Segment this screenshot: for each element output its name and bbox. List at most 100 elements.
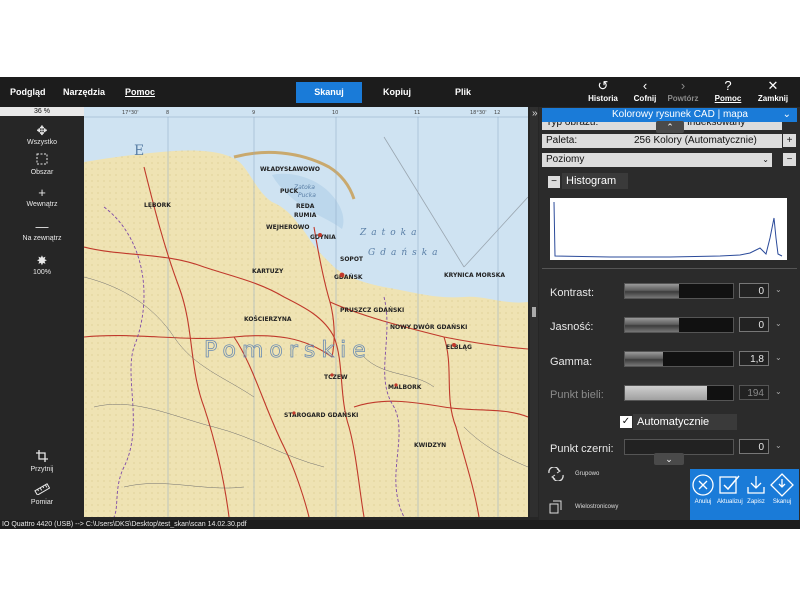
map-letter: E xyxy=(134,143,144,159)
double-chevron-down-icon: ⌄ xyxy=(665,454,673,464)
scroll-up-button[interactable]: ⌃ xyxy=(656,121,684,133)
svg-text:Pucka: Pucka xyxy=(298,192,316,199)
svg-text:GDAŃSK: GDAŃSK xyxy=(334,273,363,281)
white-point-value[interactable]: 194 xyxy=(739,385,769,400)
chevron-down-icon[interactable]: ⌄ xyxy=(775,353,782,362)
brightness-value[interactable]: 0 xyxy=(739,317,769,332)
action-buttons: Anuluj Aktualizuj Zapisz Skanuj xyxy=(690,469,799,521)
scroll-thumb[interactable] xyxy=(532,307,536,317)
menu-podglad[interactable]: Podgląd xyxy=(10,87,46,97)
tab-skanuj[interactable]: Skanuj xyxy=(296,82,362,103)
chevron-down-icon[interactable]: ⌄ xyxy=(775,387,782,396)
minus-icon: − xyxy=(551,176,557,187)
double-chevron-up-icon: ⌃ xyxy=(666,122,674,132)
gamma-slider[interactable] xyxy=(624,351,734,367)
chevron-down-icon[interactable]: ⌄ xyxy=(775,441,782,450)
area-label: Obszar xyxy=(30,169,54,176)
image-type-value: Indeksowany xyxy=(687,122,746,128)
ruler-icon xyxy=(0,483,84,499)
svg-text:Pomorskie: Pomorskie xyxy=(204,338,372,363)
orientation-remove-button[interactable]: − xyxy=(783,153,796,166)
chevron-down-icon[interactable]: ⌄ xyxy=(775,285,782,294)
measure-label: Pomiar xyxy=(30,499,54,506)
gamma-value[interactable]: 1,8 xyxy=(739,351,769,366)
download-icon xyxy=(744,473,768,497)
contrast-label: Kontrast: xyxy=(550,287,595,299)
zoom-in-label: Wewnątrz xyxy=(26,201,58,208)
actual-size-tool[interactable]: ✸ 100% xyxy=(0,253,84,276)
update-icon xyxy=(717,473,741,497)
measure-tool[interactable]: Pomiar xyxy=(0,483,84,506)
svg-text:WEJHEROWO: WEJHEROWO xyxy=(266,224,310,231)
svg-text:KARTUZY: KARTUZY xyxy=(252,268,284,275)
history-button[interactable]: ↺ Historia xyxy=(584,79,622,106)
multipage-option[interactable]: Wielostronicowy xyxy=(549,500,618,519)
close-icon: ✕ xyxy=(767,78,779,93)
orientation-select[interactable]: Poziomy ⌄ xyxy=(542,153,772,167)
palette-label: Paleta: xyxy=(546,135,578,146)
svg-text:11: 11 xyxy=(414,110,420,116)
svg-text:GDYNIA: GDYNIA xyxy=(310,234,336,241)
tab-plik[interactable]: Plik xyxy=(430,82,496,103)
white-point-slider-fill xyxy=(625,386,708,400)
scanner-app: Podgląd Narzędzia Pomoc Skanuj Kopiuj Pl… xyxy=(0,77,800,529)
scan-button[interactable]: Skanuj xyxy=(770,473,794,505)
contrast-value[interactable]: 0 xyxy=(739,283,769,298)
settings-panel: » Kolorowy rysunek CAD | mapa ⌄ Typ obra… xyxy=(532,107,800,521)
collapse-panel-icon[interactable]: » xyxy=(532,108,538,119)
redo-button[interactable]: › Powtórz xyxy=(664,79,702,106)
preview-scrollbar[interactable] xyxy=(530,107,538,517)
brightness-slider[interactable] xyxy=(624,317,734,333)
auto-label: Automatycznie xyxy=(633,414,737,430)
svg-text:ELBLĄG: ELBLĄG xyxy=(446,344,472,351)
black-point-label: Punkt czerni: xyxy=(550,443,614,455)
svg-text:LĘBORK: LĘBORK xyxy=(144,202,171,209)
svg-text:WŁADYSŁAWOWO: WŁADYSŁAWOWO xyxy=(260,166,320,173)
save-button[interactable]: Zapisz xyxy=(744,473,768,505)
actual-size-label: 100% xyxy=(33,269,51,276)
checkmark-icon: ✓ xyxy=(621,416,631,427)
cancel-label: Anuluj xyxy=(694,499,712,505)
preset-dropdown[interactable]: Kolorowy rysunek CAD | mapa ⌄ xyxy=(542,108,797,122)
close-label: Zamknij xyxy=(757,94,789,103)
white-point-slider[interactable] xyxy=(624,385,734,401)
black-point-value[interactable]: 0 xyxy=(739,439,769,454)
chevron-down-icon: ⌄ xyxy=(762,155,769,164)
update-button[interactable]: Aktualizuj xyxy=(717,473,743,505)
scroll-down-button[interactable]: ⌄ xyxy=(654,453,684,465)
help-button[interactable]: ? Pomoc xyxy=(709,79,747,106)
auto-checkbox[interactable]: ✓ xyxy=(620,416,632,428)
svg-text:NOWY DWÓR GDAŃSKI: NOWY DWÓR GDAŃSKI xyxy=(390,323,467,331)
history-label: Historia xyxy=(588,94,618,103)
palette-value: 256 Kolory (Automatycznie) xyxy=(634,135,757,146)
tab-kopiuj[interactable]: Kopiuj xyxy=(364,82,430,103)
histogram-toggle[interactable]: − xyxy=(548,176,560,188)
contrast-slider[interactable] xyxy=(624,283,734,299)
crop-tool[interactable]: Przytnij xyxy=(0,450,84,473)
batch-option[interactable]: Grupowo xyxy=(547,466,599,486)
chevron-down-icon[interactable]: ⌄ xyxy=(775,319,782,328)
plus-icon: + xyxy=(786,135,793,146)
svg-text:10: 10 xyxy=(332,110,338,116)
history-icon: ↺ xyxy=(597,78,609,93)
palette-add-button[interactable]: + xyxy=(783,134,796,147)
svg-text:17°30': 17°30' xyxy=(122,110,139,116)
redo-label: Powtórz xyxy=(667,94,699,103)
image-type-label: Typ obrazu: xyxy=(546,122,599,128)
undo-button[interactable]: ‹ Cofnij xyxy=(626,79,664,106)
area-tool[interactable]: Obszar xyxy=(0,153,84,176)
close-button[interactable]: ✕ Zamknij xyxy=(754,79,792,106)
scan-preview[interactable]: E Zatoka Pucka Zatoka Gdańska Pomorskie … xyxy=(84,107,528,517)
gamma-label: Gamma: xyxy=(550,356,593,368)
undo-label: Cofnij xyxy=(633,94,657,103)
menu-pomoc[interactable]: Pomoc xyxy=(125,87,155,97)
chevron-right-icon: › xyxy=(680,78,686,93)
burst-icon: ✸ xyxy=(36,253,48,268)
palette-row[interactable]: Paleta: 256 Kolory (Automatycznie) xyxy=(542,134,782,148)
menu-narzedzia[interactable]: Narzędzia xyxy=(63,87,105,97)
zoom-all-tool[interactable]: ✥ Wszystko xyxy=(0,123,84,146)
left-toolbar: 36 % ✥ Wszystko Obszar + Wewnątrz — Na z… xyxy=(0,107,84,520)
zoom-out-tool[interactable]: — Na zewnątrz xyxy=(0,219,84,242)
cancel-button[interactable]: Anuluj xyxy=(691,473,715,505)
zoom-in-tool[interactable]: + Wewnątrz xyxy=(0,185,84,208)
